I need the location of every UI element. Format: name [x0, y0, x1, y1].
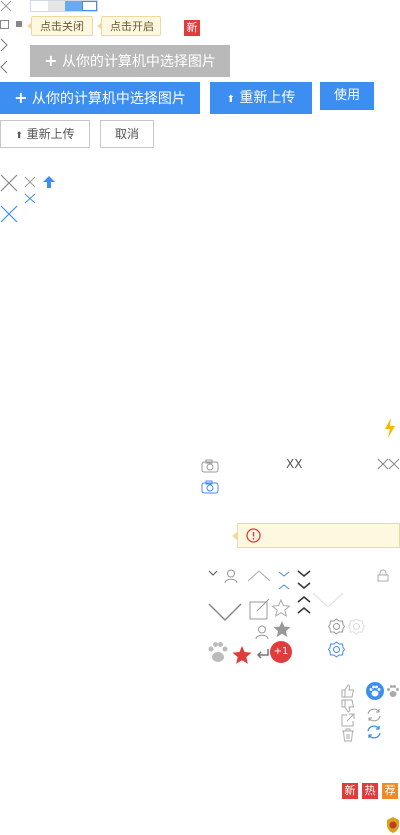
gear-icon-faint[interactable]	[347, 618, 366, 635]
warning-box	[232, 523, 400, 548]
chevron-left-icon[interactable]	[0, 60, 8, 74]
reupload-button-secondary[interactable]: ⬆ 重新上传	[0, 120, 90, 148]
tooltip-click-open: 点击开启	[97, 16, 161, 36]
enter-icon[interactable]	[256, 648, 270, 660]
hot-badge: 热	[362, 783, 378, 799]
cancel-button[interactable]: 取消	[100, 120, 154, 148]
close-icon-blue[interactable]	[24, 193, 36, 204]
upload-arrow-icon	[43, 176, 55, 188]
select-image-button-disabled[interactable]: + 从你的计算机中选择图片	[30, 45, 230, 77]
lock-icon[interactable]	[377, 569, 389, 582]
chevron-up-icon-blue[interactable]	[278, 584, 290, 590]
close-icon-blue-large[interactable]	[0, 205, 18, 223]
police-emblem-icon	[387, 817, 399, 833]
paw-icon-gray-small[interactable]	[386, 684, 400, 698]
chevron-down-icon-dark[interactable]	[297, 582, 311, 589]
plus-icon: +	[44, 51, 58, 70]
chevron-down-icon-dark[interactable]	[297, 570, 311, 577]
reupload-label: 重新上传	[239, 90, 296, 106]
close-icon-pair[interactable]	[377, 458, 400, 470]
chevron-down-icon-faint[interactable]	[312, 592, 344, 608]
upload-arrow-icon: ⬆	[226, 94, 235, 105]
segment-selected	[82, 1, 97, 11]
user-icon[interactable]	[255, 625, 269, 640]
refresh-icon-blue[interactable]	[366, 725, 382, 739]
upload-arrow-icon: ⬆	[15, 131, 23, 141]
gear-icon[interactable]	[327, 618, 346, 635]
paw-icon-blue[interactable]	[366, 682, 384, 700]
refresh-icon-gray[interactable]	[366, 708, 382, 722]
new-badge: 新	[184, 20, 200, 36]
gear-icon-blue[interactable]	[327, 641, 346, 658]
reupload-label: 重新上传	[26, 127, 75, 141]
lightning-icon	[385, 418, 395, 438]
edit-icon[interactable]	[249, 598, 271, 620]
share-icon[interactable]	[341, 713, 355, 727]
checkbox-icon[interactable]	[0, 20, 9, 29]
thumbs-down-icon[interactable]	[341, 699, 355, 713]
chevron-up-icon-dark[interactable]	[297, 596, 311, 603]
warning-icon	[246, 528, 261, 543]
close-icon[interactable]	[0, 0, 12, 12]
star-filled-icon-gray[interactable]	[273, 620, 291, 638]
camera-icon[interactable]	[201, 459, 219, 473]
segmented-toggle[interactable]	[30, 0, 98, 12]
camera-icon-blue[interactable]	[201, 480, 219, 494]
square-bullet-icon	[16, 21, 22, 27]
thumbs-up-icon[interactable]	[341, 684, 355, 698]
use-button[interactable]: 使用	[320, 82, 374, 110]
close-icon-small[interactable]	[24, 176, 36, 188]
reupload-button[interactable]: ⬆ 重新上传	[210, 82, 312, 114]
segment-on	[65, 1, 82, 11]
chevron-up-icon-dark[interactable]	[297, 607, 311, 614]
plus-one-badge: +1	[270, 641, 292, 663]
chevron-down-icon-small[interactable]	[208, 570, 218, 576]
warning-pointer	[232, 531, 238, 541]
xx-text: XX	[286, 457, 303, 471]
user-icon[interactable]	[224, 569, 238, 584]
select-image-button[interactable]: + 从你的计算机中选择图片	[0, 82, 200, 114]
trash-icon[interactable]	[341, 728, 355, 742]
select-image-label: 从你的计算机中选择图片	[61, 54, 216, 70]
close-icon-large[interactable]	[0, 174, 18, 192]
select-image-label: 从你的计算机中选择图片	[31, 91, 186, 107]
star-filled-icon-red[interactable]	[232, 645, 252, 664]
segment-off	[48, 1, 65, 11]
plus-icon: +	[14, 88, 28, 107]
recommend-badge: 荐	[382, 783, 398, 799]
chevron-down-icon-xlarge[interactable]	[208, 603, 242, 622]
paw-icon-gray[interactable]	[206, 640, 230, 664]
chevron-down-icon-blue[interactable]	[278, 571, 290, 577]
new-badge: 新	[342, 783, 358, 799]
tooltip-click-close: 点击关闭	[27, 16, 93, 36]
chevron-right-icon[interactable]	[0, 38, 8, 52]
chevron-up-icon-large[interactable]	[247, 570, 271, 582]
star-outline-icon[interactable]	[271, 598, 291, 618]
